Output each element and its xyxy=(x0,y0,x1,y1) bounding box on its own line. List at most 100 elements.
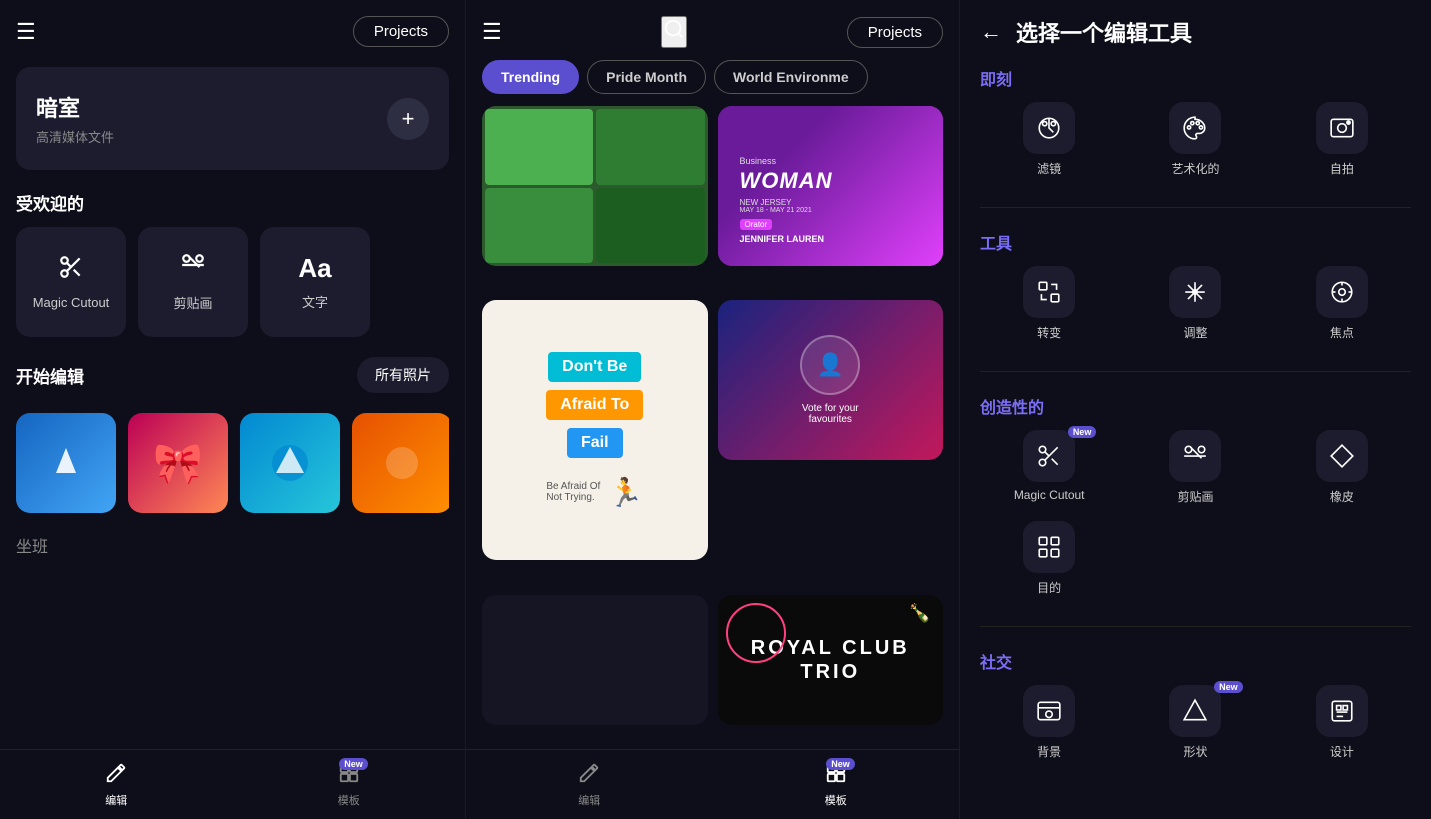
nav-edit-label-left: 编辑 xyxy=(105,792,127,808)
section-creative: 创造性的 New Magic Cutout xyxy=(980,394,1411,604)
focus-label: 焦点 xyxy=(1330,324,1354,341)
bottom-nav-middle: 编辑 New 模板 xyxy=(466,749,959,819)
nav-template-middle[interactable]: New 模板 xyxy=(825,762,847,808)
middle-header: ☰ Projects xyxy=(466,0,959,60)
magic-cutout-icon-right xyxy=(1023,430,1075,482)
design-label: 设计 xyxy=(1330,743,1354,760)
section-tools: 工具 转变 xyxy=(980,230,1411,349)
photo-strip: 🎀 xyxy=(16,413,449,513)
projects-button-left[interactable]: Projects xyxy=(353,16,449,47)
bottom-nav-left: 编辑 New 模板 xyxy=(0,749,465,819)
left-header: ☰ Projects xyxy=(16,16,449,47)
projects-button-middle[interactable]: Projects xyxy=(847,17,943,48)
hamburger-icon[interactable]: ☰ xyxy=(16,19,36,45)
adjust-icon xyxy=(1169,266,1221,318)
tool-collage-label: 剪贴画 xyxy=(173,293,212,312)
section-social: 社交 背景 New xyxy=(980,649,1411,768)
hamburger-icon-middle[interactable]: ☰ xyxy=(482,19,502,45)
tools-grid-immediate: 滤镜 艺术化的 xyxy=(980,102,1411,177)
template-quote[interactable]: Don't Be Afraid To Fail Be Afraid OfNot … xyxy=(482,300,708,560)
quote-line-1: Don't Be xyxy=(548,352,641,382)
new-badge-template-left: New xyxy=(339,758,368,770)
back-button[interactable]: ← xyxy=(980,19,1002,45)
start-edit-header: 开始编辑 所有照片 xyxy=(16,357,449,393)
adjust-label: 调整 xyxy=(1183,324,1207,341)
focus-icon xyxy=(1316,266,1368,318)
tab-world-environment[interactable]: World Environme xyxy=(714,60,868,94)
tool-magic-cutout-label: Magic Cutout xyxy=(33,295,110,310)
tool-text[interactable]: Aa 文字 xyxy=(260,227,370,337)
photo-item-2[interactable]: 🎀 xyxy=(128,413,228,513)
tools-grid-tools: 转变 调整 xyxy=(980,266,1411,341)
nav-template-label-left: 模板 xyxy=(338,792,360,808)
background-icon xyxy=(1023,685,1075,737)
selfie-icon xyxy=(1316,102,1368,154)
nav-edit-middle[interactable]: 编辑 xyxy=(578,762,600,808)
search-button[interactable] xyxy=(661,16,687,48)
right-header: ← 选择一个编辑工具 xyxy=(980,16,1411,48)
artistic-icon xyxy=(1169,102,1221,154)
tool-adjust[interactable]: 调整 xyxy=(1126,266,1264,341)
transform-icon xyxy=(1023,266,1075,318)
tab-trending[interactable]: Trending xyxy=(482,60,579,94)
tool-design[interactable]: 设计 xyxy=(1273,685,1411,760)
tab-pride-month[interactable]: Pride Month xyxy=(587,60,706,94)
new-badge-shape: New xyxy=(1214,681,1243,693)
magic-cutout-icon xyxy=(58,254,84,287)
royal-bottle-deco: 🍾 xyxy=(909,603,931,624)
template-business-woman[interactable]: Business WOMAN NEW JERSEY MAY 18 - MAY 2… xyxy=(718,106,944,266)
tool-eraser[interactable]: 橡皮 xyxy=(1273,430,1411,505)
tool-shape[interactable]: New 形状 xyxy=(1126,685,1264,760)
middle-panel: ☰ Projects Trending Pride Month World En… xyxy=(465,0,960,819)
right-panel: ← 选择一个编辑工具 即刻 滤镜 xyxy=(960,0,1431,819)
template-green-nature[interactable] xyxy=(482,106,708,266)
tool-collage-right[interactable]: 剪贴画 xyxy=(1126,430,1264,505)
edit-icon-middle xyxy=(578,762,600,790)
template-placeholder[interactable] xyxy=(482,595,708,725)
tabs-row: Trending Pride Month World Environme xyxy=(466,60,959,106)
divider-2 xyxy=(980,371,1411,372)
section-title-immediate: 即刻 xyxy=(980,66,1411,90)
photo-item-1[interactable] xyxy=(16,413,116,513)
photo-item-4[interactable] xyxy=(352,413,449,513)
templates-grid: Business WOMAN NEW JERSEY MAY 18 - MAY 2… xyxy=(466,106,959,749)
photo-item-3[interactable] xyxy=(240,413,340,513)
template-vote[interactable]: 👤 Vote for yourfavourites xyxy=(718,300,944,460)
filter-icon xyxy=(1023,102,1075,154)
new-badge-template-middle: New xyxy=(826,758,855,770)
nav-edit-left[interactable]: 编辑 xyxy=(105,762,127,808)
darkroom-text: 暗室 高清媒体文件 xyxy=(36,91,114,146)
nav-template-left[interactable]: New 模板 xyxy=(338,762,360,808)
eraser-label: 橡皮 xyxy=(1330,488,1354,505)
popular-title: 受欢迎的 xyxy=(16,190,449,215)
divider-1 xyxy=(980,207,1411,208)
tools-grid-social: 背景 New 形状 xyxy=(980,685,1411,760)
section-title-tools: 工具 xyxy=(980,230,1411,254)
edit-icon-left xyxy=(105,762,127,790)
right-title: 选择一个编辑工具 xyxy=(1016,16,1192,48)
tool-filter[interactable]: 滤镜 xyxy=(980,102,1118,177)
royal-circle-deco xyxy=(726,603,786,663)
tool-transform[interactable]: 转变 xyxy=(980,266,1118,341)
tools-grid-creative: New Magic Cutout xyxy=(980,430,1411,596)
tool-selfie[interactable]: 自拍 xyxy=(1273,102,1411,177)
divider-3 xyxy=(980,626,1411,627)
template-royal-club[interactable]: 🍾 ROYAL CLUB TRIO xyxy=(718,595,944,725)
tool-magic-cutout-right[interactable]: New Magic Cutout xyxy=(980,430,1118,505)
explore-label: 坐班 xyxy=(16,539,48,556)
quote-line-3: Fail xyxy=(567,428,623,458)
tool-focus[interactable]: 焦点 xyxy=(1273,266,1411,341)
tool-purpose[interactable]: 目的 xyxy=(980,521,1118,596)
tool-background[interactable]: 背景 xyxy=(980,685,1118,760)
tool-artistic[interactable]: 艺术化的 xyxy=(1126,102,1264,177)
plus-button[interactable]: + xyxy=(387,98,429,140)
filter-label: 滤镜 xyxy=(1037,160,1061,177)
collage-icon-right xyxy=(1169,430,1221,482)
tool-collage[interactable]: 剪贴画 xyxy=(138,227,248,337)
new-badge-magic-cutout: New xyxy=(1068,426,1097,438)
darkroom-card[interactable]: 暗室 高清媒体文件 + xyxy=(16,67,449,170)
all-photos-button[interactable]: 所有照片 xyxy=(357,357,449,393)
darkroom-title: 暗室 xyxy=(36,91,114,123)
text-icon: Aa xyxy=(298,253,331,284)
tool-magic-cutout[interactable]: Magic Cutout xyxy=(16,227,126,337)
